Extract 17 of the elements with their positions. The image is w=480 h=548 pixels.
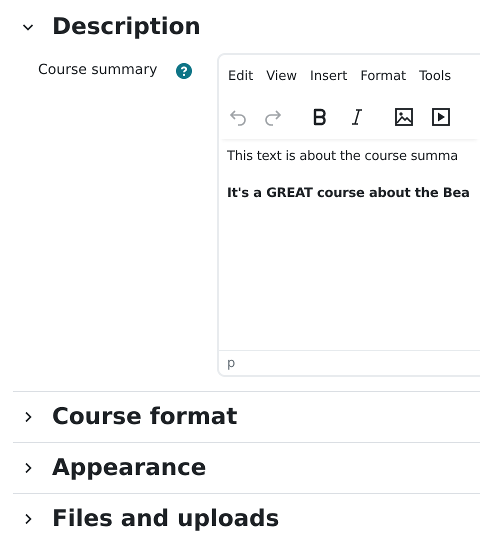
menu-item[interactable]: Insert (310, 69, 348, 95)
editor-paragraph: This text is about the course summa (227, 149, 460, 164)
field-label: Course summary (38, 62, 158, 78)
element-path[interactable]: p (227, 356, 236, 370)
menu-item[interactable]: Edit (228, 69, 254, 95)
menu-item[interactable]: Tools (419, 69, 452, 95)
help-icon[interactable] (176, 63, 192, 79)
section-heading[interactable]: Description (52, 14, 201, 40)
image-icon[interactable] (394, 107, 414, 127)
play-icon[interactable] (431, 107, 451, 127)
menu-item[interactable]: View (266, 69, 298, 95)
editor-paragraph: It's a GREAT course about the Bea (227, 186, 471, 201)
menu-item[interactable]: Format (360, 69, 406, 95)
section-heading[interactable]: Course format (52, 404, 238, 430)
rich-text-editor[interactable]: Edit View Insert Format Tools This text is about the course summa It's a GREAT course about the Bea p (217, 53, 480, 377)
section-heading[interactable]: Appearance (52, 455, 206, 481)
section-heading[interactable]: Files and uploads (52, 506, 280, 532)
